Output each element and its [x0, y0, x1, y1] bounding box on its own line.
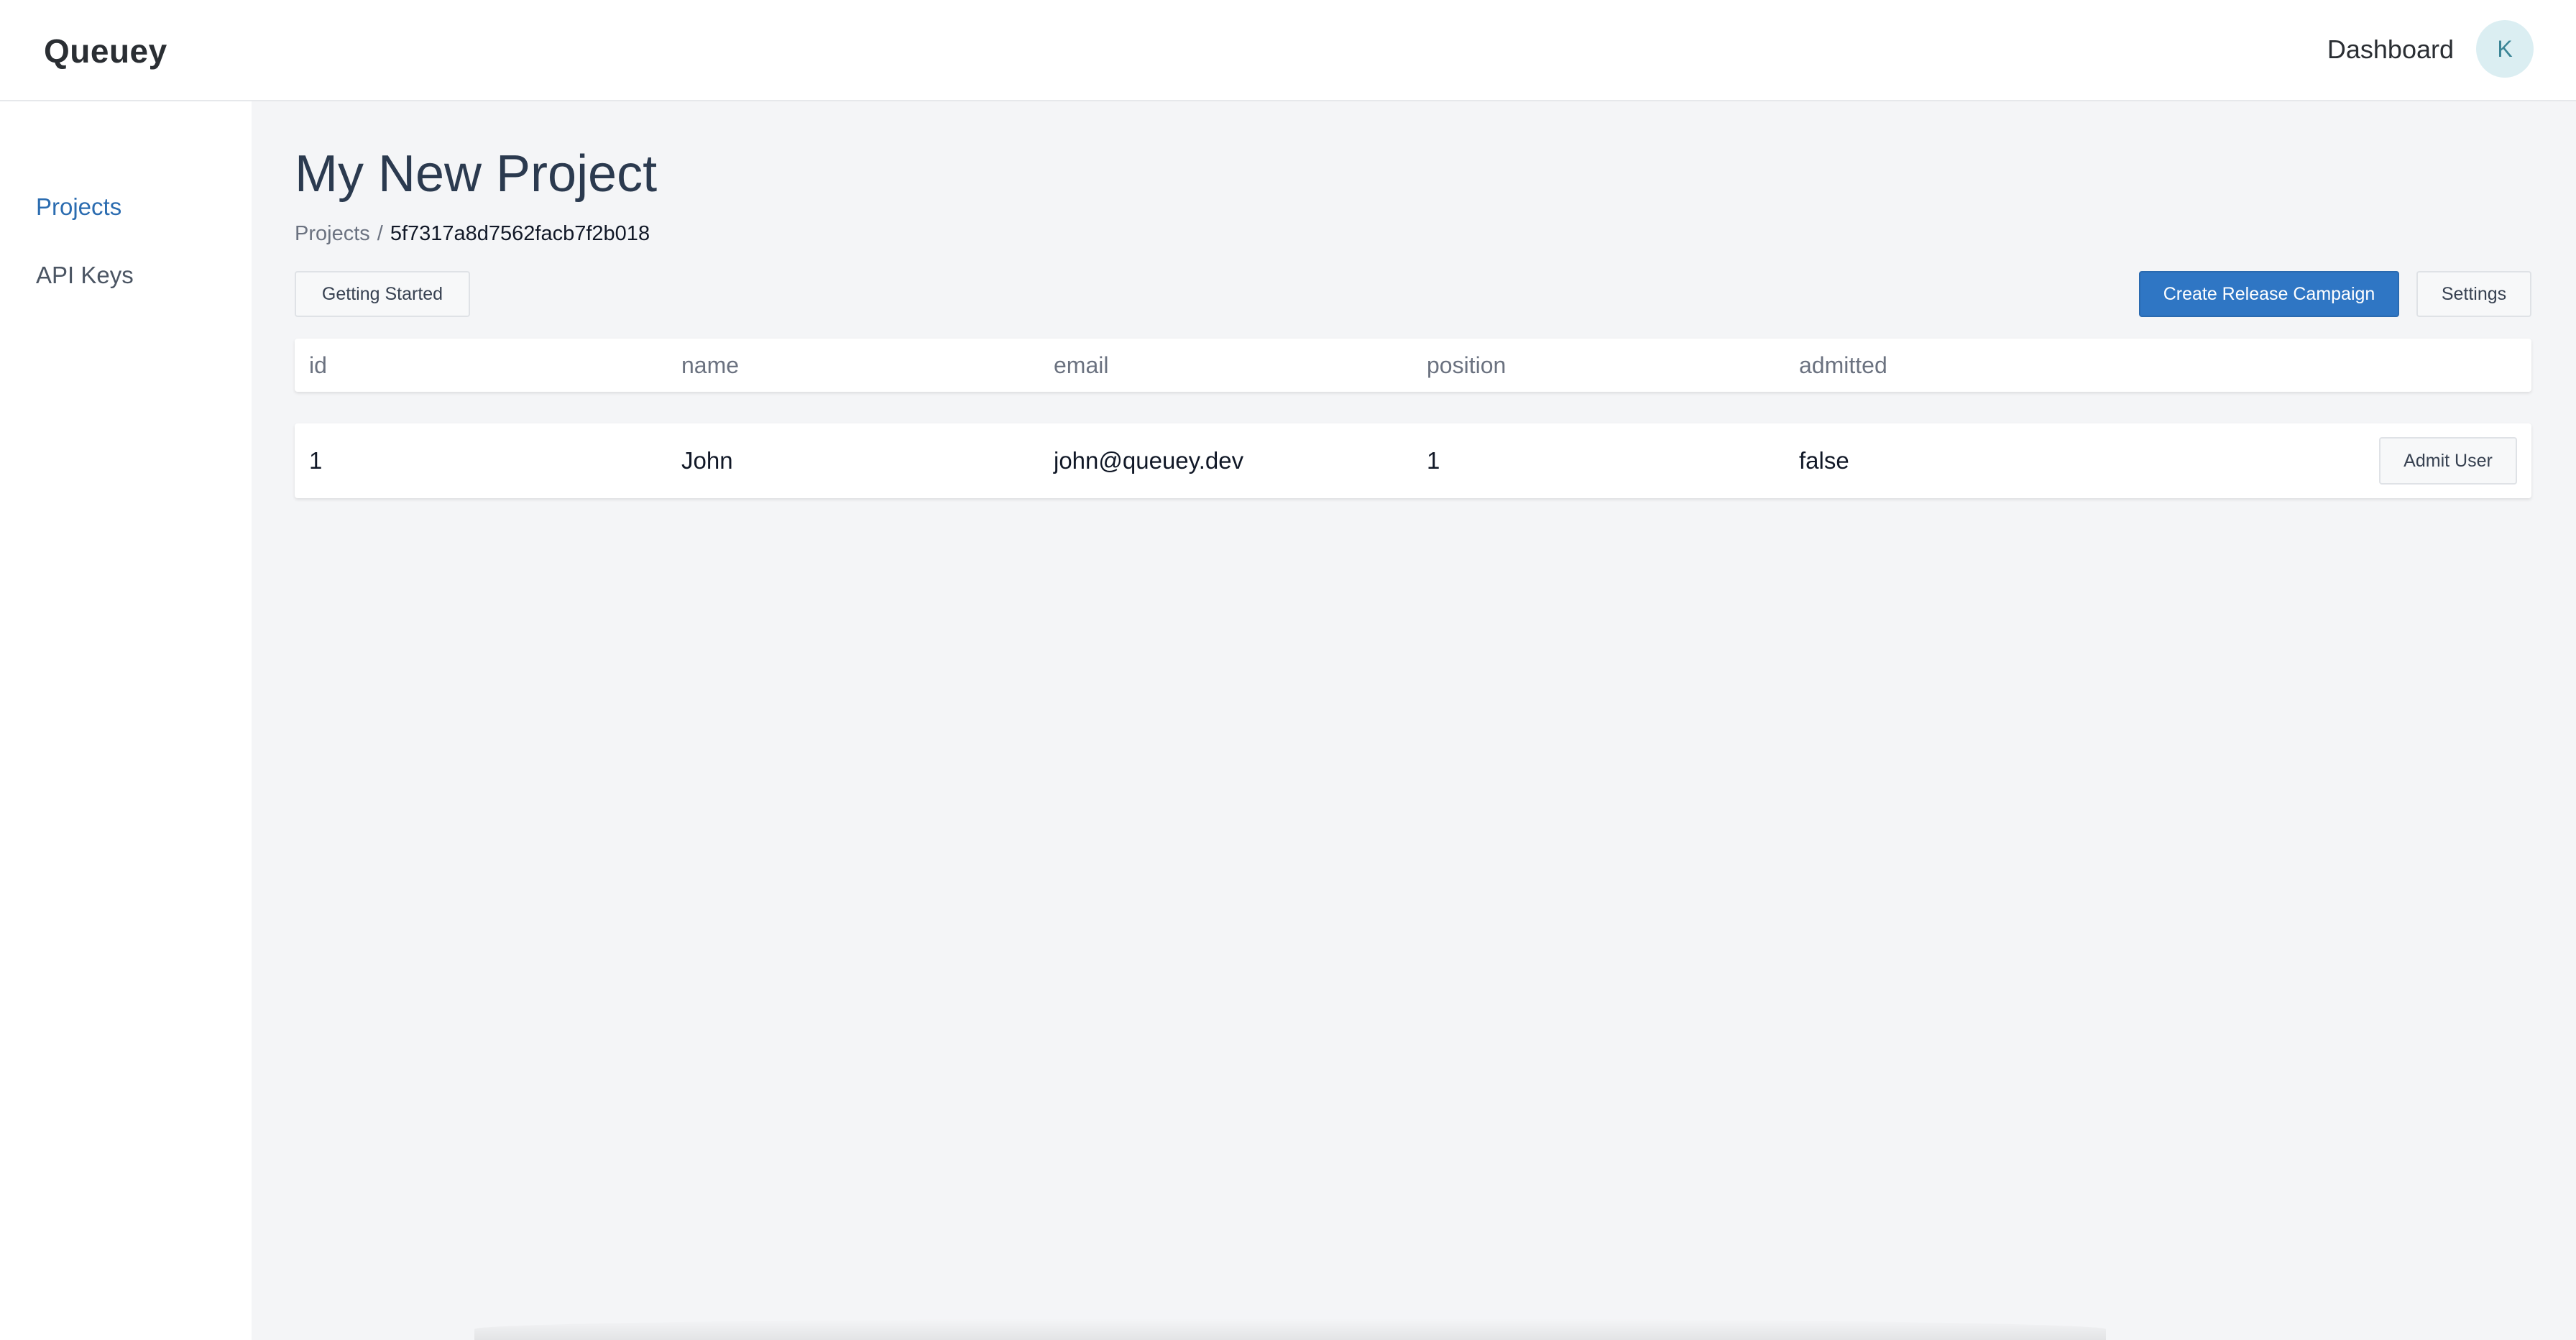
sidebar-item-api-keys[interactable]: API Keys [36, 262, 134, 289]
breadcrumb: Projects / 5f7317a8d7562facb7f2b018 [295, 222, 650, 246]
column-header-email: email [1054, 352, 1109, 378]
app-logo[interactable]: Queuey [44, 32, 167, 70]
breadcrumb-projects-link[interactable]: Projects [295, 222, 370, 245]
table-header: id name email position admitted [295, 339, 2531, 392]
create-release-campaign-button[interactable]: Create Release Campaign [2139, 271, 2399, 317]
breadcrumb-current: 5f7317a8d7562facb7f2b018 [390, 222, 650, 245]
breadcrumb-separator: / [377, 222, 383, 245]
column-header-id: id [309, 352, 327, 378]
sidebar-item-projects[interactable]: Projects [36, 193, 121, 221]
sidebar: Projects API Keys [0, 101, 252, 1340]
cell-id: 1 [309, 447, 323, 474]
cell-email: john@queuey.dev [1054, 447, 1244, 474]
cell-admitted: false [1799, 447, 1849, 474]
top-bar: Queuey Dashboard K [0, 0, 2576, 101]
column-header-position: position [1427, 352, 1506, 378]
page-title: My New Project [295, 145, 658, 203]
avatar[interactable]: K [2476, 20, 2534, 78]
getting-started-button[interactable]: Getting Started [295, 271, 470, 317]
cell-name: John [681, 447, 733, 474]
column-header-admitted: admitted [1799, 352, 1887, 378]
window-edge-shadow [474, 1318, 2106, 1340]
settings-button[interactable]: Settings [2416, 271, 2531, 317]
main-content: My New Project Projects / 5f7317a8d7562fac… [252, 101, 2576, 1340]
cell-position: 1 [1427, 447, 1440, 474]
table-row: 1 John john@queuey.dev 1 false Admit Use… [295, 423, 2531, 498]
admit-user-button[interactable]: Admit User [2379, 437, 2517, 485]
nav-dashboard-link[interactable]: Dashboard [2327, 35, 2454, 65]
column-header-name: name [681, 352, 740, 378]
